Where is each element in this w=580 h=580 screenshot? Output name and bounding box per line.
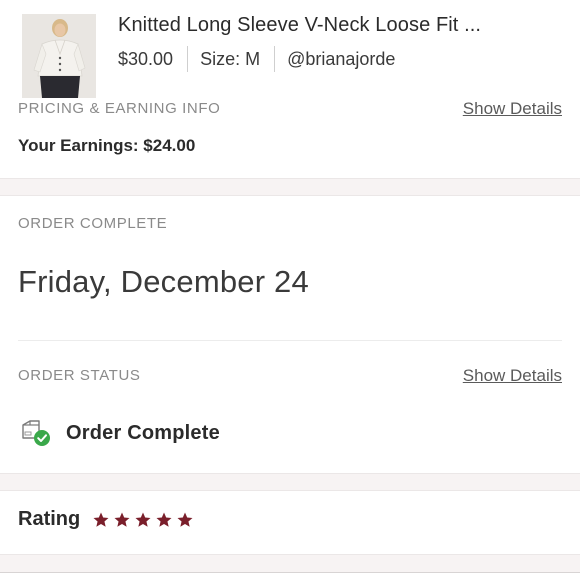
package-check-icon (20, 418, 52, 448)
product-title[interactable]: Knitted Long Sleeve V-Neck Loose Fit ... (118, 14, 481, 37)
rating-row: Rating (18, 508, 194, 531)
order-status-text: Order Complete (66, 421, 220, 444)
order-status-row: Order Complete (20, 418, 220, 448)
star-icon (93, 512, 109, 527)
meta-divider (274, 46, 276, 72)
meta-divider (187, 46, 189, 72)
product-thumbnail[interactable] (22, 14, 96, 98)
star-icon (177, 512, 193, 527)
section-divider-band (0, 473, 580, 491)
product-price: $30.00 (118, 48, 174, 69)
product-size: Size: M (200, 48, 261, 69)
star-icon (135, 512, 151, 527)
section-divider-band (0, 178, 580, 196)
rating-stars (92, 511, 194, 529)
star-icon (156, 512, 172, 527)
divider (18, 340, 562, 341)
seller-username[interactable]: @brianajorde (287, 49, 395, 70)
product-meta: $30.00 Size: M @brianajorde (118, 46, 395, 72)
order-status-label: ORDER STATUS (18, 367, 141, 384)
pricing-section-label: PRICING & EARNING INFO (18, 100, 221, 117)
order-complete-label: ORDER COMPLETE (18, 215, 168, 232)
your-earnings: Your Earnings: $24.00 (18, 136, 196, 155)
order-complete-date: Friday, December 24 (18, 264, 309, 299)
product-summary[interactable]: Knitted Long Sleeve V-Neck Loose Fit ...… (0, 0, 580, 100)
pricing-show-details-link[interactable]: Show Details (463, 99, 562, 119)
rating-label: Rating (18, 508, 81, 530)
star-icon (114, 512, 130, 527)
next-section-edge (0, 572, 580, 580)
order-status-show-details-link[interactable]: Show Details (463, 366, 562, 386)
